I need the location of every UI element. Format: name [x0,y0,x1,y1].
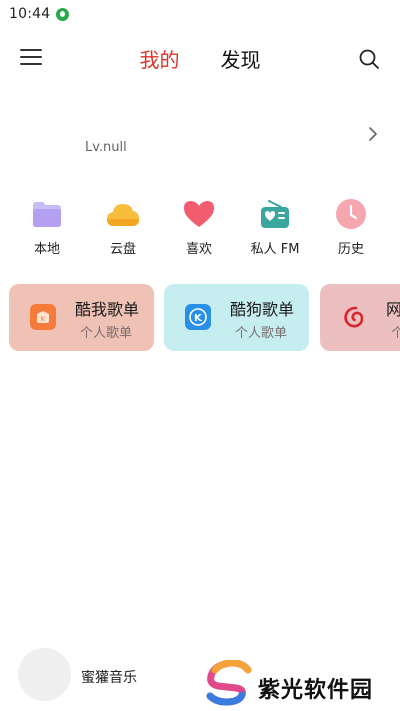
svg-text:K: K [41,315,46,323]
song-title: 蜜獾音乐 [81,670,137,686]
app-notification-icon [56,7,70,21]
shortcut-label: 历史 [337,242,364,257]
playlist-card-subtitle: 个人歌单 [235,326,288,341]
chevron-right-icon[interactable] [368,126,378,142]
heart-icon [181,196,217,232]
playlist-card-netease[interactable]: 网 个 [320,284,400,351]
shortcut-local[interactable]: 本地 [10,196,84,266]
kugou-logo-icon: K [185,304,211,330]
playlist-card-subtitle: 个 [391,326,400,341]
shortcut-label: 喜欢 [185,242,212,257]
playlist-cards: K 酷我歌单 个人歌单 K 酷狗歌单 个人歌单 网 个 [9,284,400,352]
playlist-card-kuwo[interactable]: K 酷我歌单 个人歌单 [9,284,154,351]
album-cover[interactable] [18,648,71,701]
netease-logo-icon [341,304,367,330]
profile-section[interactable]: Lv.null [0,118,400,168]
playlist-card-title: 酷狗歌单 [230,300,295,319]
status-bar: 10:44 [0,0,400,28]
shortcut-history[interactable]: 历史 [314,196,388,266]
kuwo-logo-icon: K [30,304,56,330]
watermark-logo-icon [206,659,252,706]
clock-icon [333,196,369,232]
shortcut-fm[interactable]: 私人 FM [238,196,312,266]
status-time: 10:44 [9,6,51,22]
tab-discover[interactable]: 发现 [221,44,261,73]
user-level: Lv.null [85,140,127,155]
tab-mine[interactable]: 我的 [139,44,179,73]
top-nav: 我的 发现 [0,38,400,80]
watermark: 紫光软件园 [204,659,400,710]
svg-text:K: K [194,313,203,324]
shortcut-label: 云盘 [109,242,136,257]
cloud-icon [105,196,141,232]
tab-bar: 我的 发现 [0,44,400,73]
shortcut-label: 本地 [33,242,60,257]
watermark-text: 紫光软件园 [258,678,374,703]
folder-icon [29,196,65,232]
shortcut-label: 私人 FM [250,242,300,257]
playlist-card-title: 网 [386,300,400,319]
playlist-card-kugou[interactable]: K 酷狗歌单 个人歌单 [164,284,309,351]
shortcut-row: 本地 云盘 喜欢 私人 FM 历史 [0,196,400,266]
playlist-card-title: 酷我歌单 [75,300,140,319]
search-icon[interactable] [358,48,380,70]
radio-icon [257,196,293,232]
shortcut-like[interactable]: 喜欢 [162,196,236,266]
shortcut-cloud[interactable]: 云盘 [86,196,160,266]
playlist-card-subtitle: 个人歌单 [80,326,133,341]
